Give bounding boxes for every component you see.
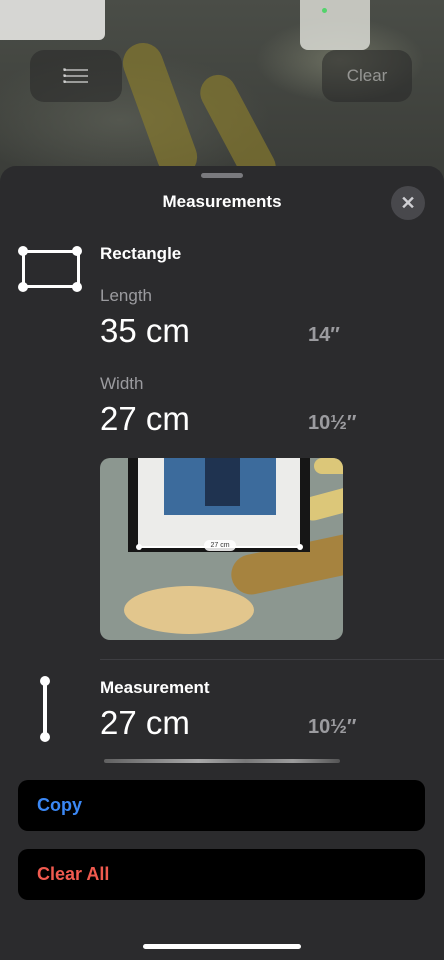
- camera-indicator: [322, 8, 327, 13]
- measure-point: [297, 544, 303, 550]
- clear-button[interactable]: Clear: [322, 50, 412, 102]
- close-button[interactable]: ✕: [391, 186, 425, 220]
- measurement-snapshot-peek: [104, 759, 340, 763]
- rectangle-icon: [18, 244, 84, 294]
- close-icon: ✕: [400, 192, 416, 213]
- home-indicator: [143, 944, 301, 949]
- sheet-title: Measurements: [162, 192, 282, 211]
- photo-measure-label: 27 cm: [204, 540, 236, 551]
- length-value-cm: 35 cm: [100, 312, 190, 349]
- width-value-cm: 27 cm: [100, 400, 190, 437]
- list-icon: [63, 67, 88, 85]
- rectangle-snapshot[interactable]: 27 cm: [100, 458, 343, 640]
- camera-object: [300, 0, 370, 50]
- width-label: Width: [100, 374, 144, 393]
- line-measure-icon: [40, 674, 60, 744]
- measurements-list-button[interactable]: [30, 50, 122, 102]
- sheet-grabber[interactable]: [201, 173, 243, 178]
- rug-pattern: [117, 37, 203, 183]
- measure-point: [136, 544, 142, 550]
- divider: [100, 659, 444, 660]
- measurement-value-cm: 27 cm: [100, 704, 190, 741]
- rectangle-title: Rectangle: [100, 244, 182, 263]
- length-label: Length: [100, 286, 152, 305]
- measurement-value-inches: 10½″: [308, 716, 357, 738]
- measurements-sheet: Measurements ✕ Rectangle Length 35 cm 14…: [0, 166, 444, 960]
- clear-all-button[interactable]: Clear All: [18, 849, 425, 900]
- copy-button[interactable]: Copy: [18, 780, 425, 831]
- width-value-inches: 10½″: [308, 412, 357, 434]
- length-value-inches: 14″: [308, 324, 340, 346]
- measurement-title: Measurement: [100, 678, 210, 697]
- camera-object: [0, 0, 105, 40]
